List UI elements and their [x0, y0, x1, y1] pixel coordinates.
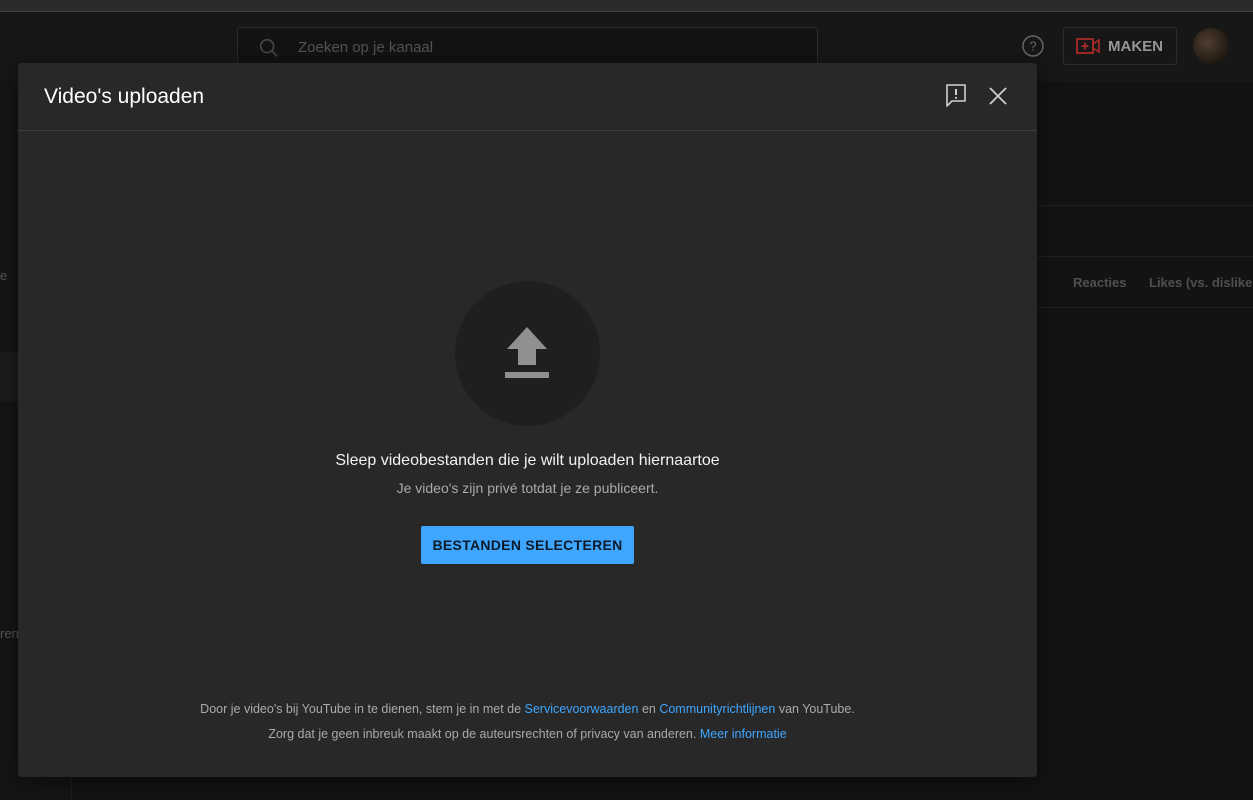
drop-instruction: Sleep videobestanden die je wilt uploade… [335, 452, 720, 469]
dialog-header: Video's uploaden [18, 63, 1037, 131]
legal-text: en [638, 702, 660, 716]
community-guidelines-link[interactable]: Communityrichtlijnen [659, 702, 775, 716]
privacy-note: Je video's zijn privé totdat je ze publi… [396, 480, 659, 496]
more-info-link[interactable]: Meer informatie [700, 727, 787, 741]
legal-copyright-line: Zorg dat je geen inbreuk maakt op de aut… [18, 727, 1037, 741]
upload-dialog: Video's uploaden Sleep videobestanden di… [18, 63, 1037, 777]
legal-text: Zorg dat je geen inbreuk maakt op de aut… [268, 727, 700, 741]
dialog-title: Video's uploaden [44, 85, 205, 108]
close-icon[interactable] [987, 85, 1009, 107]
upload-arrow-icon [505, 327, 549, 378]
select-files-button[interactable]: BESTANDEN SELECTEREN [421, 526, 634, 564]
legal-text: van YouTube. [775, 702, 855, 716]
terms-of-service-link[interactable]: Servicevoorwaarden [525, 702, 639, 716]
upload-drop-zone[interactable] [455, 281, 600, 426]
legal-text: Door je video's bij YouTube in te dienen… [200, 702, 525, 716]
feedback-icon[interactable] [944, 83, 968, 109]
legal-terms-line: Door je video's bij YouTube in te dienen… [18, 702, 1037, 716]
